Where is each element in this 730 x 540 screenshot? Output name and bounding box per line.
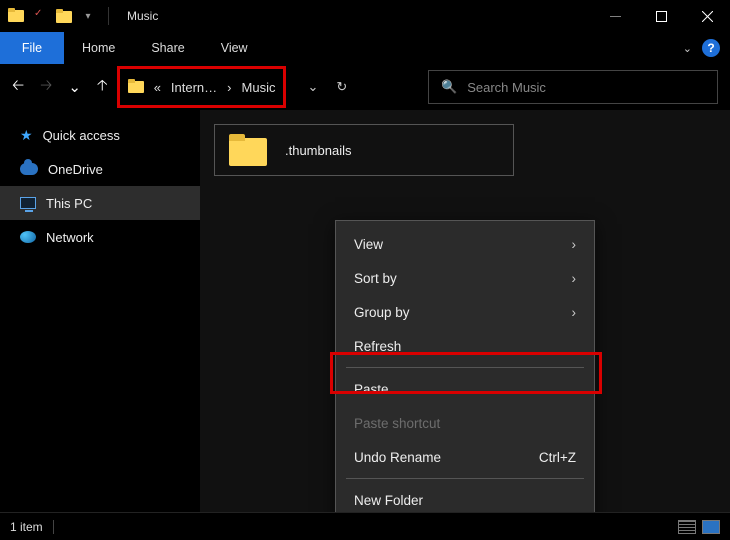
- menu-item-sort-by[interactable]: Sort by ›: [336, 261, 594, 295]
- history-dropdown-icon[interactable]: ⌄: [68, 78, 81, 96]
- sidebar-item-label: This PC: [46, 196, 92, 211]
- refresh-icon[interactable]: ↻: [336, 79, 347, 95]
- breadcrumb-segment[interactable]: Music: [242, 80, 276, 95]
- sidebar-item-label: Network: [46, 230, 94, 245]
- cloud-icon: [20, 163, 38, 175]
- folder-icon: [8, 8, 24, 24]
- minimize-button[interactable]: [592, 0, 638, 32]
- sidebar-item-quick-access[interactable]: ★ Quick access: [0, 118, 200, 152]
- view-details-icon[interactable]: [678, 520, 696, 534]
- tab-share[interactable]: Share: [133, 32, 202, 64]
- menu-item-paste-shortcut: Paste shortcut: [336, 406, 594, 440]
- chevron-right-icon[interactable]: ›: [227, 80, 231, 95]
- star-icon: ★: [20, 127, 33, 144]
- menu-item-paste[interactable]: Paste: [336, 372, 594, 406]
- chevron-right-icon: ›: [572, 305, 577, 320]
- titlebar: ▾ Music: [0, 0, 730, 32]
- qat-dropdown-icon[interactable]: ▾: [80, 8, 96, 24]
- chevron-right-icon: ›: [572, 271, 577, 286]
- titlebar-left: ▾ Music: [0, 7, 158, 25]
- breadcrumb-segment[interactable]: Intern…: [171, 80, 217, 95]
- menu-item-shortcut: Ctrl+Z: [539, 450, 576, 465]
- search-placeholder: Search Music: [467, 80, 546, 95]
- up-button[interactable]: 🡡: [97, 75, 108, 100]
- file-item-name: .thumbnails: [285, 143, 351, 158]
- nav-row: 🡠 🡢 ⌄ 🡡 « Intern… › Music ⌄ ↻ 🔍 Search M…: [0, 64, 730, 110]
- window-title: Music: [127, 9, 158, 23]
- menu-separator: [346, 367, 584, 368]
- address-dropdown-icon[interactable]: ⌄: [307, 79, 318, 95]
- tab-home[interactable]: Home: [64, 32, 133, 64]
- menu-item-label: Group by: [354, 305, 410, 320]
- sidebar-item-network[interactable]: Network: [0, 220, 200, 254]
- nav-arrows: 🡠 🡢 ⌄ 🡡: [12, 75, 108, 100]
- menu-item-refresh[interactable]: Refresh: [336, 329, 594, 363]
- file-menu[interactable]: File: [0, 32, 64, 64]
- menu-item-label: Refresh: [354, 339, 401, 354]
- chevron-right-icon: ›: [572, 237, 577, 252]
- sidebar-item-label: OneDrive: [48, 162, 103, 177]
- menu-item-label: Undo Rename: [354, 450, 441, 465]
- context-menu: View › Sort by › Group by › Refresh Past…: [335, 220, 595, 524]
- breadcrumb-prefix: «: [154, 80, 161, 95]
- menu-item-view[interactable]: View ›: [336, 227, 594, 261]
- address-bar[interactable]: « Intern… › Music: [120, 69, 284, 105]
- ribbon-tabs: File Home Share View ⌄ ?: [0, 32, 730, 64]
- titlebar-divider: [108, 7, 109, 25]
- menu-item-label: Paste: [354, 382, 389, 397]
- window-controls: [592, 0, 730, 32]
- back-button[interactable]: 🡠: [12, 75, 24, 100]
- status-bar: 1 item: [0, 512, 730, 540]
- maximize-button[interactable]: [638, 0, 684, 32]
- ribbon-collapse-icon[interactable]: ⌄: [683, 42, 692, 55]
- menu-item-label: New Folder: [354, 493, 423, 508]
- sidebar-item-label: Quick access: [43, 128, 120, 143]
- close-button[interactable]: [684, 0, 730, 32]
- menu-item-label: View: [354, 237, 383, 252]
- address-folder-icon: [128, 79, 144, 95]
- menu-separator: [346, 478, 584, 479]
- properties-icon[interactable]: [32, 8, 48, 24]
- qa-folder-icon[interactable]: [56, 8, 72, 24]
- sidebar-item-this-pc[interactable]: This PC: [0, 186, 200, 220]
- help-icon[interactable]: ?: [702, 39, 720, 57]
- search-input[interactable]: 🔍 Search Music: [428, 70, 718, 104]
- file-item[interactable]: .thumbnails: [214, 124, 514, 176]
- menu-item-group-by[interactable]: Group by ›: [336, 295, 594, 329]
- nav-pane: ★ Quick access OneDrive This PC Network: [0, 110, 200, 512]
- status-item-count: 1 item: [10, 520, 43, 534]
- view-large-icons-icon[interactable]: [702, 520, 720, 534]
- tab-view[interactable]: View: [203, 32, 266, 64]
- folder-icon: [229, 134, 267, 166]
- network-icon: [20, 231, 36, 243]
- forward-button[interactable]: 🡢: [40, 75, 52, 100]
- menu-item-label: Paste shortcut: [354, 416, 440, 431]
- menu-item-label: Sort by: [354, 271, 397, 286]
- sidebar-item-onedrive[interactable]: OneDrive: [0, 152, 200, 186]
- search-icon: 🔍: [441, 79, 457, 95]
- pc-icon: [20, 197, 36, 209]
- status-divider: [53, 520, 54, 534]
- menu-item-undo-rename[interactable]: Undo Rename Ctrl+Z: [336, 440, 594, 474]
